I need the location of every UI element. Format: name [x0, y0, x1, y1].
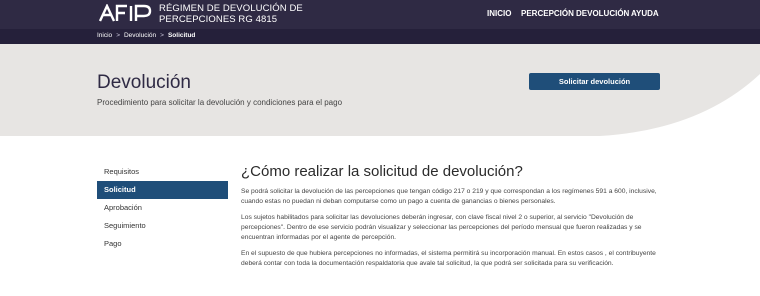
section-heading: ¿Cómo realizar la solicitud de devolució… — [241, 163, 523, 180]
sidebar-item-requisitos[interactable]: Requisitos — [97, 163, 228, 181]
paragraph-1: Se podrá solicitar la devolución de las … — [241, 188, 657, 205]
breadcrumb-separator: > — [116, 32, 120, 39]
breadcrumb-separator: > — [160, 32, 164, 39]
page-title: Devolución — [97, 72, 191, 93]
nav-devolucion[interactable]: DEVOLUCIÓN — [576, 9, 629, 18]
breadcrumb-bar: Inicio > Devolución > Solicitud — [0, 29, 760, 44]
breadcrumb-devolucion[interactable]: Devolución — [124, 32, 156, 39]
sidebar-menu: Requisitos Solicitud Aprobación Seguimie… — [97, 163, 228, 253]
sidebar-item-solicitud[interactable]: Solicitud — [97, 181, 228, 199]
hero-banner: Devolución Procedimiento para solicitar … — [0, 44, 760, 136]
top-header: RÉGIMEN DE DEVOLUCIÓN DE PERCEPCIONES RG… — [0, 0, 760, 29]
main-content: ¿Cómo realizar la solicitud de devolució… — [241, 163, 661, 269]
sidebar-item-seguimiento[interactable]: Seguimiento — [97, 217, 228, 235]
breadcrumb-current: Solicitud — [167, 32, 196, 39]
sidebar-item-pago[interactable]: Pago — [97, 235, 228, 253]
solicitar-devolucion-button[interactable]: Solicitar devolución — [529, 73, 660, 90]
breadcrumb: Inicio > Devolución > Solicitud — [97, 32, 195, 39]
nav-ayuda[interactable]: AYUDA — [631, 9, 659, 18]
sidebar-item-aprobacion[interactable]: Aprobación — [97, 199, 228, 217]
system-title-line2: PERCEPCIONES RG 4815 — [159, 14, 278, 25]
page-subtitle: Procedimiento para solicitar la devoluci… — [97, 98, 343, 107]
breadcrumb-inicio[interactable]: Inicio — [97, 32, 112, 39]
nav-percepcion[interactable]: PERCEPCIÓN — [521, 9, 574, 18]
afip-logo[interactable] — [98, 4, 154, 22]
system-title: RÉGIMEN DE DEVOLUCIÓN DE PERCEPCIONES RG… — [159, 3, 303, 25]
system-title-line1: RÉGIMEN DE DEVOLUCIÓN DE — [159, 3, 303, 14]
paragraph-3: En el supuesto de que hubiera percepcion… — [241, 250, 656, 267]
nav-inicio[interactable]: INICIO — [487, 9, 511, 18]
paragraph-2: Los sujetos habilitados para solicitar l… — [241, 214, 642, 241]
